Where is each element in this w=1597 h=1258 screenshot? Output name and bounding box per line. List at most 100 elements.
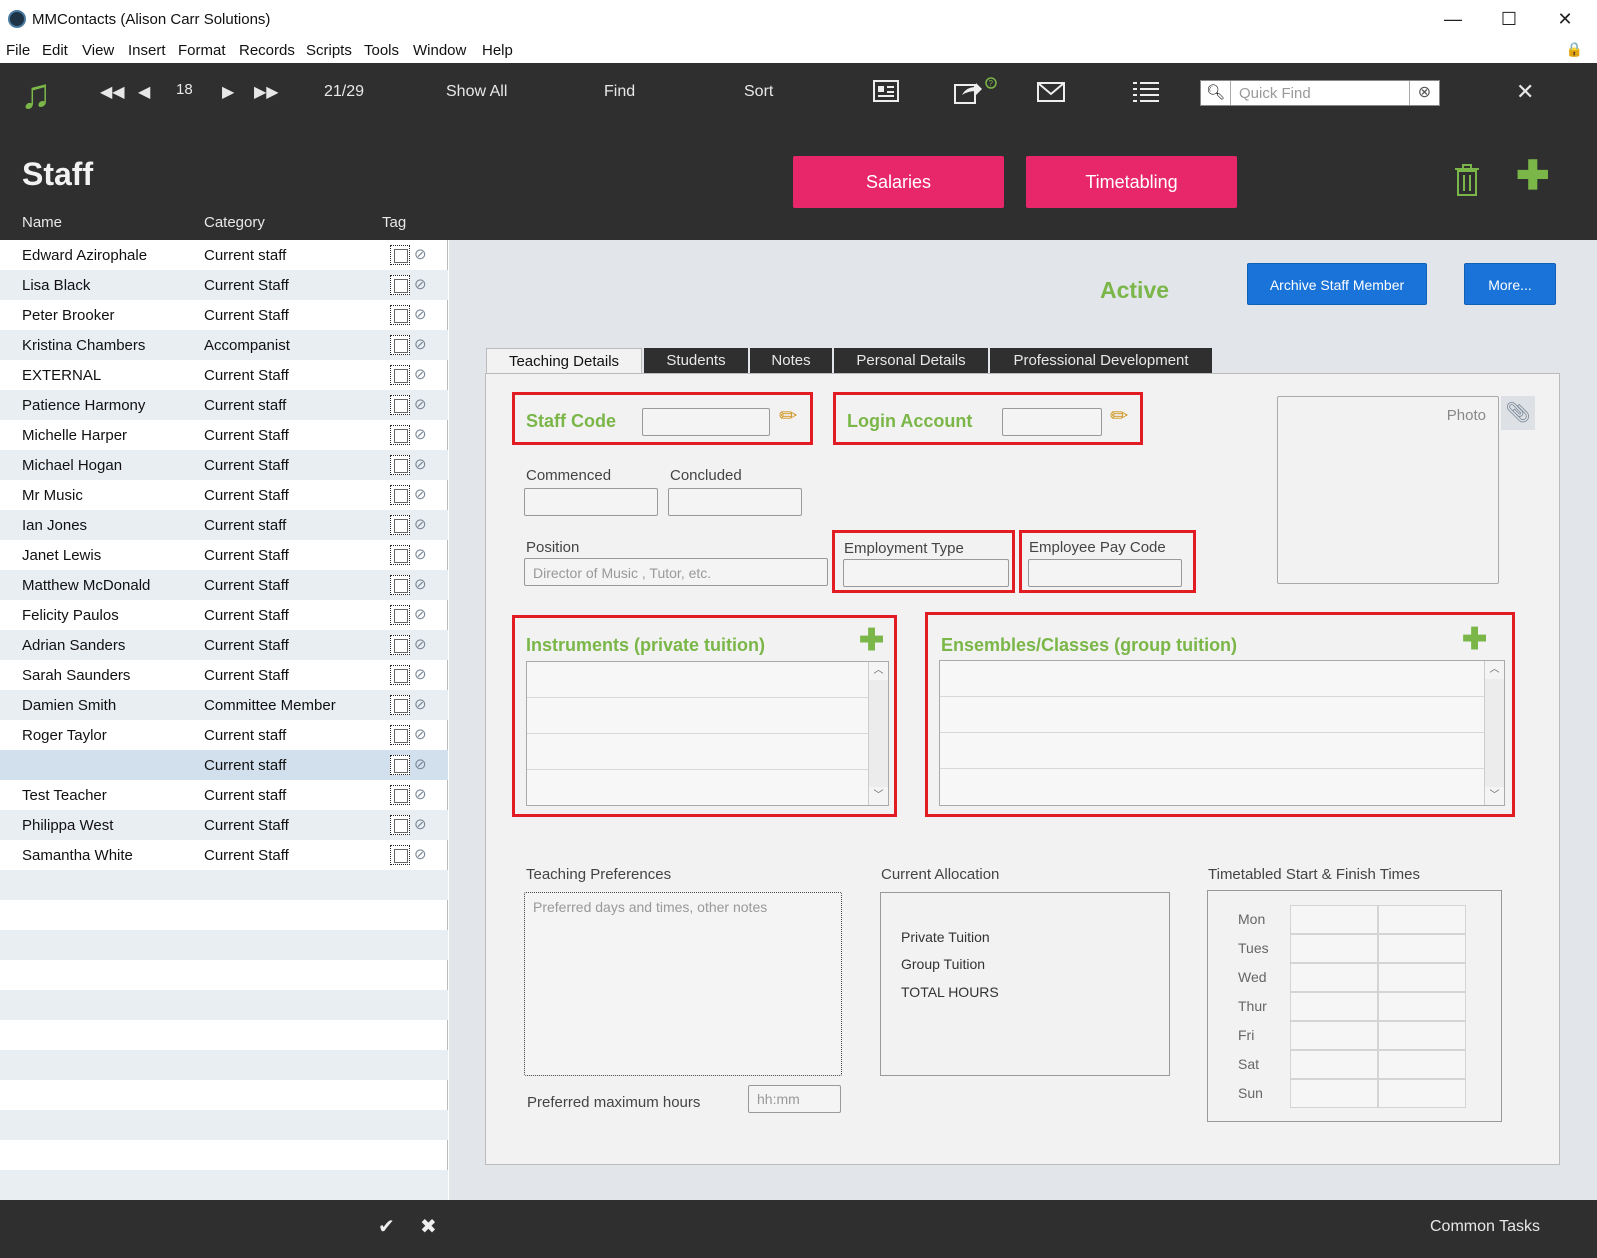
more-button[interactable]: More... <box>1464 263 1556 305</box>
hide-eye-icon[interactable]: ⊘ <box>414 395 427 413</box>
list-item[interactable]: Mr Music Current Staff ⊘ <box>0 480 448 510</box>
menu-scripts[interactable]: Scripts <box>306 42 352 59</box>
record-number[interactable]: 18 <box>176 81 193 98</box>
list-item[interactable]: Roger Taylor Current staff ⊘ <box>0 720 448 750</box>
tag-checkbox[interactable] <box>390 245 410 265</box>
commenced-field[interactable] <box>524 488 658 516</box>
tab-professional-development[interactable]: Professional Development <box>990 348 1212 374</box>
hide-eye-icon[interactable]: ⊘ <box>414 425 427 443</box>
find-button[interactable]: Find <box>604 83 635 101</box>
menu-insert[interactable]: Insert <box>128 42 166 59</box>
list-item[interactable]: Patience Harmony Current staff ⊘ <box>0 390 448 420</box>
tab-notes[interactable]: Notes <box>750 348 832 374</box>
menu-edit[interactable]: Edit <box>42 42 68 59</box>
list-item[interactable]: EXTERNAL Current Staff ⊘ <box>0 360 448 390</box>
tag-checkbox[interactable] <box>390 515 410 535</box>
tag-checkbox[interactable] <box>390 695 410 715</box>
list-view-icon[interactable] <box>1132 80 1160 104</box>
next-record-icon[interactable]: ▶ <box>222 82 234 102</box>
start-time-cell[interactable] <box>1290 963 1378 992</box>
pencil-icon[interactable]: ✏ <box>779 403 797 429</box>
tab-students[interactable]: Students <box>644 348 748 374</box>
quick-find-field[interactable]: 🔍︎ Quick Find ⊗ <box>1200 80 1440 106</box>
close-button[interactable]: ✕ <box>1542 6 1588 32</box>
timetabling-button[interactable]: Timetabling <box>1026 156 1237 208</box>
finish-time-cell[interactable] <box>1378 1050 1466 1079</box>
maximize-button[interactable]: ☐ <box>1486 6 1532 32</box>
finish-time-cell[interactable] <box>1378 905 1466 934</box>
staff-code-field[interactable] <box>642 408 770 436</box>
hide-eye-icon[interactable]: ⊘ <box>414 725 427 743</box>
preferred-max-hours-field[interactable]: hh:mm <box>748 1085 841 1113</box>
archive-staff-button[interactable]: Archive Staff Member <box>1247 263 1427 305</box>
salaries-button[interactable]: Salaries <box>793 156 1004 208</box>
tag-checkbox[interactable] <box>390 305 410 325</box>
photo-container[interactable]: Photo <box>1277 396 1499 584</box>
tag-checkbox[interactable] <box>390 755 410 775</box>
tag-checkbox[interactable] <box>390 365 410 385</box>
pencil-icon[interactable]: ✏ <box>1110 403 1128 429</box>
hide-eye-icon[interactable]: ⊘ <box>414 575 427 593</box>
hide-eye-icon[interactable]: ⊘ <box>414 635 427 653</box>
employment-type-field[interactable] <box>843 559 1009 587</box>
start-time-cell[interactable] <box>1290 934 1378 963</box>
sort-button[interactable]: Sort <box>744 83 773 101</box>
concluded-field[interactable] <box>668 488 802 516</box>
hide-eye-icon[interactable]: ⊘ <box>414 755 427 773</box>
close-toolbar-icon[interactable]: ✕ <box>1516 79 1534 105</box>
list-item[interactable]: Damien Smith Committee Member ⊘ <box>0 690 448 720</box>
list-item[interactable]: Test Teacher Current staff ⊘ <box>0 780 448 810</box>
cancel-x-icon[interactable]: ✖ <box>420 1214 437 1239</box>
list-item[interactable]: Michelle Harper Current Staff ⊘ <box>0 420 448 450</box>
list-item[interactable]: Samantha White Current Staff ⊘ <box>0 840 448 870</box>
trash-icon[interactable] <box>1454 164 1480 196</box>
list-item[interactable]: Edward Azirophale Current staff ⊘ <box>0 240 448 270</box>
minimize-button[interactable]: — <box>1430 6 1476 32</box>
ensembles-portal[interactable]: ︿ ﹀ <box>939 660 1505 806</box>
list-item[interactable]: Janet Lewis Current Staff ⊘ <box>0 540 448 570</box>
start-time-cell[interactable] <box>1290 1021 1378 1050</box>
list-item[interactable]: Matthew McDonald Current Staff ⊘ <box>0 570 448 600</box>
hide-eye-icon[interactable]: ⊘ <box>414 545 427 563</box>
tag-checkbox[interactable] <box>390 395 410 415</box>
finish-time-cell[interactable] <box>1378 963 1466 992</box>
tag-checkbox[interactable] <box>390 275 410 295</box>
menu-format[interactable]: Format <box>178 42 226 59</box>
list-item[interactable]: Kristina Chambers Accompanist ⊘ <box>0 330 448 360</box>
tag-checkbox[interactable] <box>390 785 410 805</box>
list-item[interactable]: Lisa Black Current Staff ⊘ <box>0 270 448 300</box>
add-ensemble-plus-icon[interactable]: ✚ <box>1462 625 1487 655</box>
tag-checkbox[interactable] <box>390 815 410 835</box>
tag-checkbox[interactable] <box>390 635 410 655</box>
teaching-preferences-field[interactable]: Preferred days and times, other notes <box>524 892 842 1076</box>
show-all-button[interactable]: Show All <box>446 83 507 101</box>
finish-time-cell[interactable] <box>1378 1021 1466 1050</box>
menu-tools[interactable]: Tools <box>364 42 399 59</box>
hide-eye-icon[interactable]: ⊘ <box>414 785 427 803</box>
hide-eye-icon[interactable]: ⊘ <box>414 245 427 263</box>
list-item[interactable]: Current staff ⊘ <box>0 750 448 780</box>
tag-checkbox[interactable] <box>390 605 410 625</box>
clear-search-icon[interactable]: ⊗ <box>1409 81 1439 105</box>
tag-checkbox[interactable] <box>390 725 410 745</box>
finish-time-cell[interactable] <box>1378 1079 1466 1108</box>
scroll-up-icon[interactable]: ︿ <box>869 662 888 680</box>
hide-eye-icon[interactable]: ⊘ <box>414 665 427 683</box>
tab-personal-details[interactable]: Personal Details <box>834 348 988 374</box>
list-item[interactable]: Adrian Sanders Current Staff ⊘ <box>0 630 448 660</box>
menu-view[interactable]: View <box>82 42 114 59</box>
column-header-name[interactable]: Name <box>22 214 62 231</box>
checkmark-icon[interactable]: ✔ <box>378 1214 395 1239</box>
hide-eye-icon[interactable]: ⊘ <box>414 365 427 383</box>
finish-time-cell[interactable] <box>1378 992 1466 1021</box>
tag-checkbox[interactable] <box>390 845 410 865</box>
hide-eye-icon[interactable]: ⊘ <box>414 485 427 503</box>
scroll-down-icon[interactable]: ﹀ <box>869 787 888 805</box>
ensembles-scrollbar[interactable]: ︿ ﹀ <box>1484 661 1504 805</box>
hide-eye-icon[interactable]: ⊘ <box>414 695 427 713</box>
add-instrument-plus-icon[interactable]: ✚ <box>859 626 884 656</box>
list-item[interactable]: Sarah Saunders Current Staff ⊘ <box>0 660 448 690</box>
scroll-up-icon[interactable]: ︿ <box>1485 661 1504 679</box>
menu-help[interactable]: Help <box>482 42 513 59</box>
hide-eye-icon[interactable]: ⊘ <box>414 335 427 353</box>
